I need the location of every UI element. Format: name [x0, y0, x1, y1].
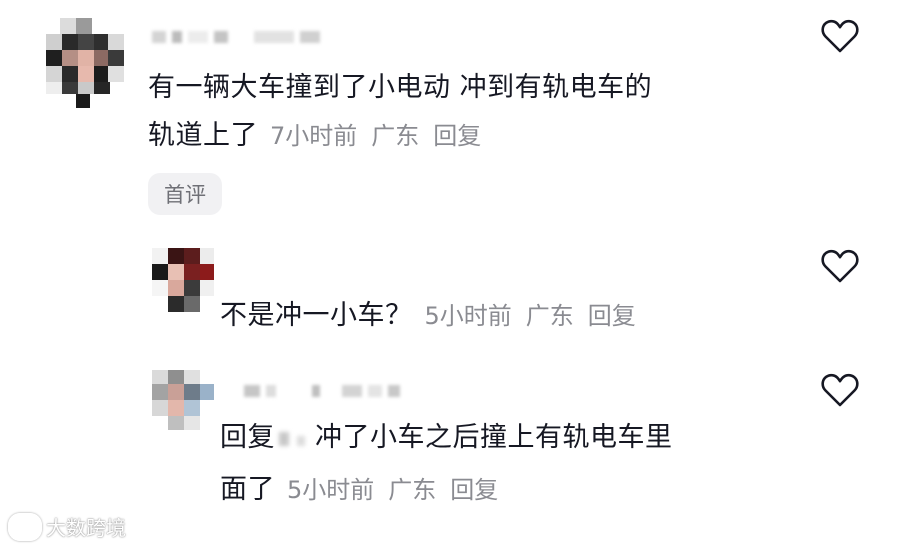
watermark: 大数跨境 — [8, 512, 126, 541]
comment-location: 广东 — [371, 122, 420, 150]
comment-meta: 5小时前 广东 回复 — [287, 476, 498, 504]
comment-text-second-line: 轨道上了 7小时前 广东 回复 — [148, 114, 481, 158]
comment-time: 7小时前 — [270, 122, 358, 150]
reply-prefix: 回复 — [220, 422, 275, 453]
avatar[interactable] — [152, 248, 214, 312]
reply-button[interactable]: 回复 — [588, 302, 636, 330]
watermark-text: 大数跨境 — [46, 516, 126, 540]
comment-text-line: 轨道上了 — [148, 120, 258, 151]
comment-meta: 5小时前 广东 回复 — [425, 302, 636, 330]
heart-outline-icon[interactable] — [820, 18, 860, 54]
comment-meta: 7小时前 广东 回复 — [270, 122, 481, 150]
comment-text-second-line: 面了 5小时前 广东 回复 — [220, 468, 498, 512]
comment-text: 回复 冲了小车之后撞上有轨电车里 — [220, 416, 673, 460]
comment-text-line: 冲了小车之后撞上有轨电车里 — [315, 422, 673, 453]
comment-text-line: 不是冲一小车？ — [220, 300, 413, 331]
comment-text: 不是冲一小车？ 5小时前 广东 回复 — [220, 294, 636, 338]
reply-button[interactable]: 回复 — [433, 122, 481, 150]
comment-time: 5小时前 — [424, 302, 512, 330]
reply-button[interactable]: 回复 — [450, 476, 498, 504]
username-redacted[interactable] — [244, 384, 400, 398]
comment-time: 5小时前 — [287, 476, 375, 504]
comment-text-line: 面了 — [220, 474, 275, 505]
comment-location: 广东 — [525, 302, 574, 330]
comment-text-line: 有一辆大车撞到了小电动 冲到有轨电车的 — [148, 72, 653, 103]
avatar[interactable] — [46, 18, 124, 108]
comment-text: 有一辆大车撞到了小电动 冲到有轨电车的 — [148, 66, 652, 110]
comment-location: 广东 — [388, 476, 437, 504]
username-redacted[interactable] — [152, 30, 320, 44]
first-comment-badge: 首评 — [148, 173, 222, 215]
mentioned-user-redacted[interactable] — [275, 428, 315, 450]
heart-outline-icon[interactable] — [820, 372, 860, 408]
brand-logo-icon — [8, 512, 42, 541]
heart-outline-icon[interactable] — [820, 248, 860, 284]
avatar[interactable] — [152, 370, 214, 430]
